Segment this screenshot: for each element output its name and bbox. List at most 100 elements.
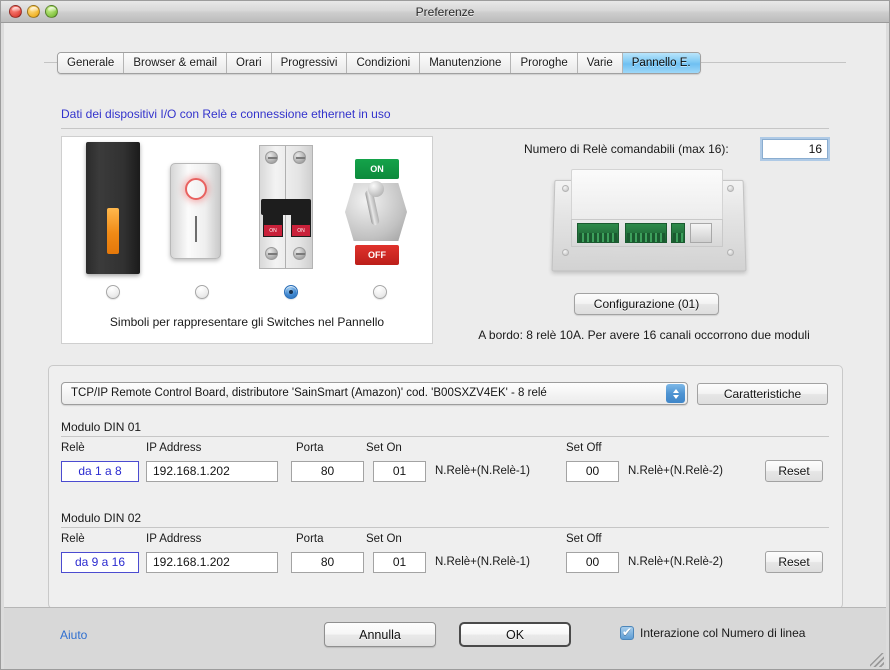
tab-manutenzione[interactable]: Manutenzione	[420, 53, 512, 73]
breaker-screw-icon	[265, 247, 278, 260]
section-title: Dati dei dispositivi I/O con Relè e conn…	[61, 107, 391, 121]
din-breaker-switch-icon[interactable]: ON ON	[255, 137, 317, 277]
module-din-02: Modulo DIN 02 Relè IP Address Porta Set …	[61, 511, 829, 573]
column-header-porta: Porta	[296, 533, 324, 545]
tab-proroghe[interactable]: Proroghe	[511, 53, 578, 73]
configurazione-button[interactable]: Configurazione (01)	[574, 293, 719, 315]
board-screw-icon	[727, 249, 734, 256]
relay-count-label: Numero di Relè comandabili (max 16):	[524, 142, 729, 156]
rocker-line-icon	[194, 216, 197, 242]
zoom-button[interactable]	[45, 5, 58, 18]
board-screw-icon	[562, 185, 569, 192]
module-01-set-on-input[interactable]: 01	[373, 461, 426, 482]
window-body: Generale Browser & email Orari Progressi…	[1, 23, 889, 669]
module-01-set-off-input[interactable]: 00	[566, 461, 619, 482]
tab-bar: Generale Browser & email Orari Progressi…	[57, 52, 701, 74]
module-02-divider	[61, 527, 829, 528]
module-01-porta-input[interactable]: 80	[291, 461, 364, 482]
tab-varie[interactable]: Varie	[577, 53, 623, 73]
tab-progressivi[interactable]: Progressivi	[271, 53, 348, 73]
column-header-rele: Relè	[61, 442, 85, 454]
board-screw-icon	[562, 249, 569, 256]
device-select[interactable]: TCP/IP Remote Control Board, distributor…	[61, 382, 688, 405]
radio-rocker-switch[interactable]	[195, 285, 209, 299]
module-01-rele-range-input[interactable]: da 1 a 8	[61, 461, 139, 482]
terminal-block-icon	[625, 223, 667, 243]
section-divider	[61, 128, 829, 129]
switch-images-row: ON ON ON OFF	[62, 137, 432, 277]
preferences-window: Preferenze Generale Browser & email Orar…	[0, 0, 890, 670]
rocker-lamp-icon	[184, 178, 207, 200]
power-terminal-icon	[671, 223, 685, 243]
minimize-button[interactable]	[27, 5, 40, 18]
line-number-interaction-label: Interazione col Numero di linea	[640, 626, 806, 640]
module-01-set-off-note: N.Relè+(N.Relè-2)	[628, 465, 723, 477]
dark-slab-switch-icon[interactable]	[86, 142, 140, 274]
caratteristiche-button[interactable]: Caratteristiche	[697, 383, 828, 405]
toggle-on-label: ON	[355, 159, 399, 179]
terminal-block-icon	[577, 223, 619, 243]
switch-panel-caption: Simboli per rappresentare gli Switches n…	[109, 315, 385, 329]
tab-pannello-e[interactable]: Pannello E.	[622, 53, 700, 73]
onboard-relay-note: A bordo: 8 relè 10A. Per avere 16 canali…	[478, 328, 810, 342]
board-top-cover	[571, 169, 723, 221]
module-02-reset-button[interactable]: Reset	[765, 551, 823, 573]
column-header-set-off: Set Off	[566, 533, 602, 545]
relay-board-image	[551, 163, 747, 275]
tab-generale[interactable]: Generale	[58, 53, 125, 73]
module-02-set-off-input[interactable]: 00	[566, 552, 619, 573]
module-01-reset-button[interactable]: Reset	[765, 460, 823, 482]
ok-button[interactable]: OK	[459, 622, 571, 647]
breaker-screw-icon	[293, 247, 306, 260]
module-02-rele-range-input[interactable]: da 9 a 16	[61, 552, 139, 573]
line-number-interaction-checkbox[interactable]: Interazione col Numero di linea	[620, 625, 806, 640]
radio-toggle-key-switch[interactable]	[373, 285, 387, 299]
tab-condizioni[interactable]: Condizioni	[347, 53, 421, 73]
checkbox-checked-icon[interactable]	[620, 625, 634, 640]
breaker-on-label-left: ON	[264, 225, 282, 236]
ethernet-jack-icon	[690, 223, 712, 243]
module-01-divider	[61, 436, 829, 437]
column-header-ip: IP Address	[146, 533, 202, 545]
module-01-ip-input[interactable]: 192.168.1.202	[146, 461, 278, 482]
tab-orari[interactable]: Orari	[227, 53, 272, 73]
column-header-porta: Porta	[296, 442, 324, 454]
module-02-set-on-input[interactable]: 01	[373, 552, 426, 573]
radio-dark-slab-switch[interactable]	[106, 285, 120, 299]
breaker-on-label-right: ON	[292, 225, 310, 236]
column-header-set-on: Set On	[366, 442, 402, 454]
module-01-title: Modulo DIN 01	[61, 420, 142, 434]
help-link[interactable]: Aiuto	[60, 628, 87, 642]
relay-count-input[interactable]: 16	[762, 139, 828, 159]
toggle-off-label: OFF	[355, 245, 399, 265]
device-select-value: TCP/IP Remote Control Board, distributor…	[71, 387, 547, 399]
breaker-screw-icon	[265, 151, 278, 164]
module-02-set-on-note: N.Relè+(N.Relè-1)	[435, 556, 530, 568]
column-header-ip: IP Address	[146, 442, 202, 454]
cancel-button[interactable]: Annulla	[324, 622, 436, 647]
window-titlebar: Preferenze	[1, 1, 889, 23]
rocker-switch-icon[interactable]	[170, 163, 221, 259]
column-header-set-off: Set Off	[566, 442, 602, 454]
toggle-knob-icon	[368, 181, 384, 197]
toggle-key-switch-icon[interactable]: ON OFF	[345, 159, 407, 265]
module-02-set-off-note: N.Relè+(N.Relè-2)	[628, 556, 723, 568]
window-controls	[9, 5, 58, 18]
module-02-title: Modulo DIN 02	[61, 511, 142, 525]
close-button[interactable]	[9, 5, 22, 18]
switch-symbol-radio-group	[62, 285, 432, 307]
window-title: Preferenze	[415, 5, 475, 19]
dialog-footer: Aiuto Annulla OK Interazione col Numero …	[4, 607, 886, 669]
module-02-ip-input[interactable]: 192.168.1.202	[146, 552, 278, 573]
resize-grip[interactable]	[870, 653, 884, 667]
column-header-rele: Relè	[61, 533, 85, 545]
column-header-set-on: Set On	[366, 533, 402, 545]
module-01-set-on-note: N.Relè+(N.Relè-1)	[435, 465, 530, 477]
tab-browser-email[interactable]: Browser & email	[124, 53, 228, 73]
module-02-porta-input[interactable]: 80	[291, 552, 364, 573]
radio-din-breaker-switch[interactable]	[284, 285, 298, 299]
preferences-content: Generale Browser & email Orari Progressi…	[4, 23, 886, 669]
chevron-updown-icon[interactable]	[666, 384, 685, 403]
module-din-01: Modulo DIN 01 Relè IP Address Porta Set …	[61, 420, 829, 482]
switch-symbols-panel: ON ON ON OFF Simboli per rappresentare g…	[61, 136, 433, 344]
